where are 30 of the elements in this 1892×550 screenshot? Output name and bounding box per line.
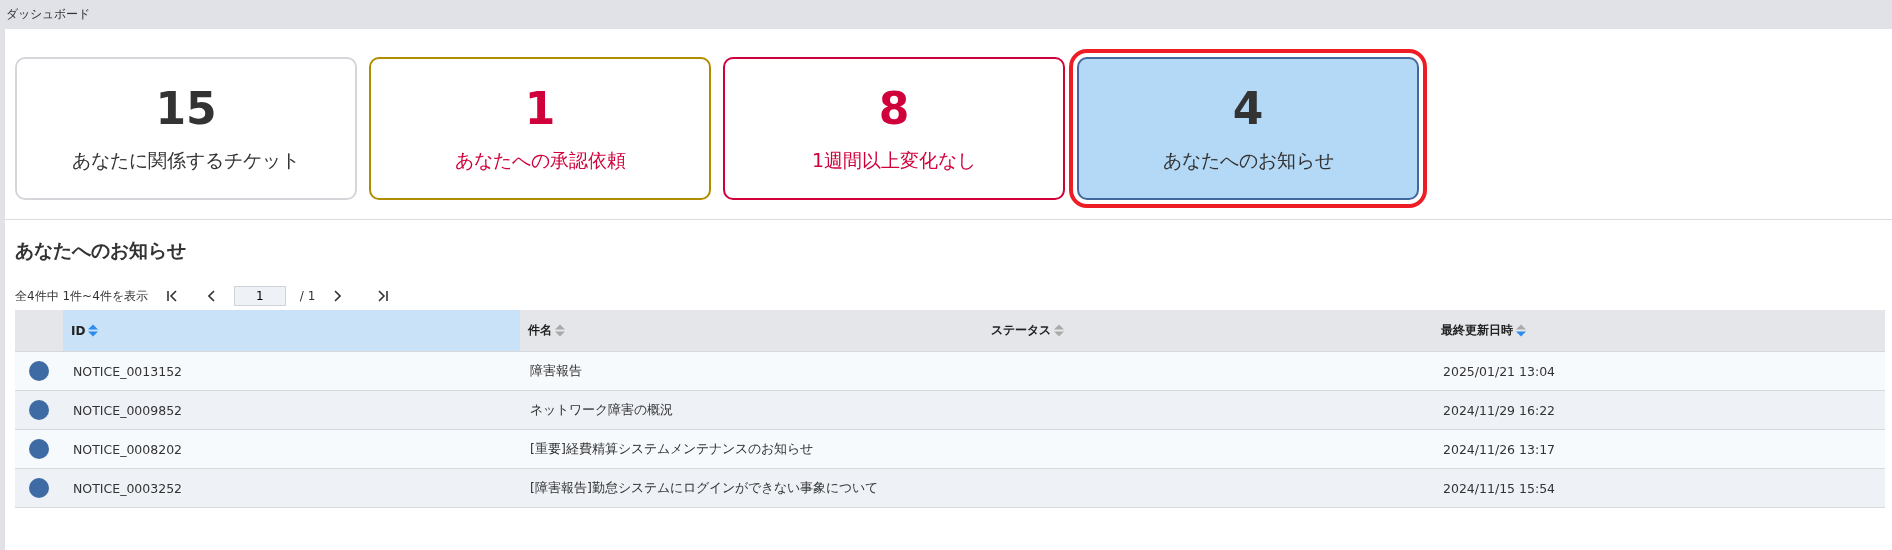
summary-card[interactable]: 15 あなたに関係するチケット <box>15 57 357 200</box>
status-dot-icon <box>29 400 49 420</box>
section-title: あなたへのお知らせ <box>15 238 187 263</box>
table-cell: 2024/11/26 13:17 <box>1433 430 1885 469</box>
summary-card[interactable]: 8 1週間以上変化なし <box>723 57 1065 200</box>
page-input[interactable]: 1 <box>233 286 286 306</box>
table-cell: 2025/01/21 13:04 <box>1433 352 1885 391</box>
table-cell: NOTICE_0009852 <box>63 391 520 430</box>
table-cell: NOTICE_0013152 <box>63 352 520 391</box>
page-total: / 1 <box>299 289 316 303</box>
status-dot-icon <box>29 361 49 381</box>
result-count: 全4件中 1件~4件を表示 <box>15 287 148 305</box>
table-cell: 障害報告 <box>520 352 983 391</box>
table-cell: 2024/11/15 15:54 <box>1433 469 1885 508</box>
column-header[interactable]: 件名 <box>520 310 983 352</box>
table-cell: NOTICE_0008202 <box>63 430 520 469</box>
summary-card[interactable]: 1 あなたへの承認依頼 <box>369 57 711 200</box>
table-cell: [障害報告]勤怠システムにログインができない事象について <box>520 469 983 508</box>
sort-icon[interactable] <box>1516 324 1526 337</box>
table-cell: NOTICE_0003252 <box>63 469 520 508</box>
table-cell: [重要]経費精算システムメンテナンスのお知らせ <box>520 430 983 469</box>
column-header[interactable]: ID <box>63 310 520 352</box>
sort-icon[interactable] <box>88 324 99 337</box>
column-header[interactable]: 最終更新日時 <box>1433 310 1885 352</box>
page-title: ダッシュボード <box>0 0 1892 29</box>
status-dot-icon <box>29 439 49 459</box>
column-header[interactable]: ステータス <box>983 310 1433 352</box>
status-dot-icon <box>29 478 49 498</box>
table-cell: ネットワーク障害の概況 <box>520 391 983 430</box>
table-cell: 2024/11/29 16:22 <box>1433 391 1885 430</box>
